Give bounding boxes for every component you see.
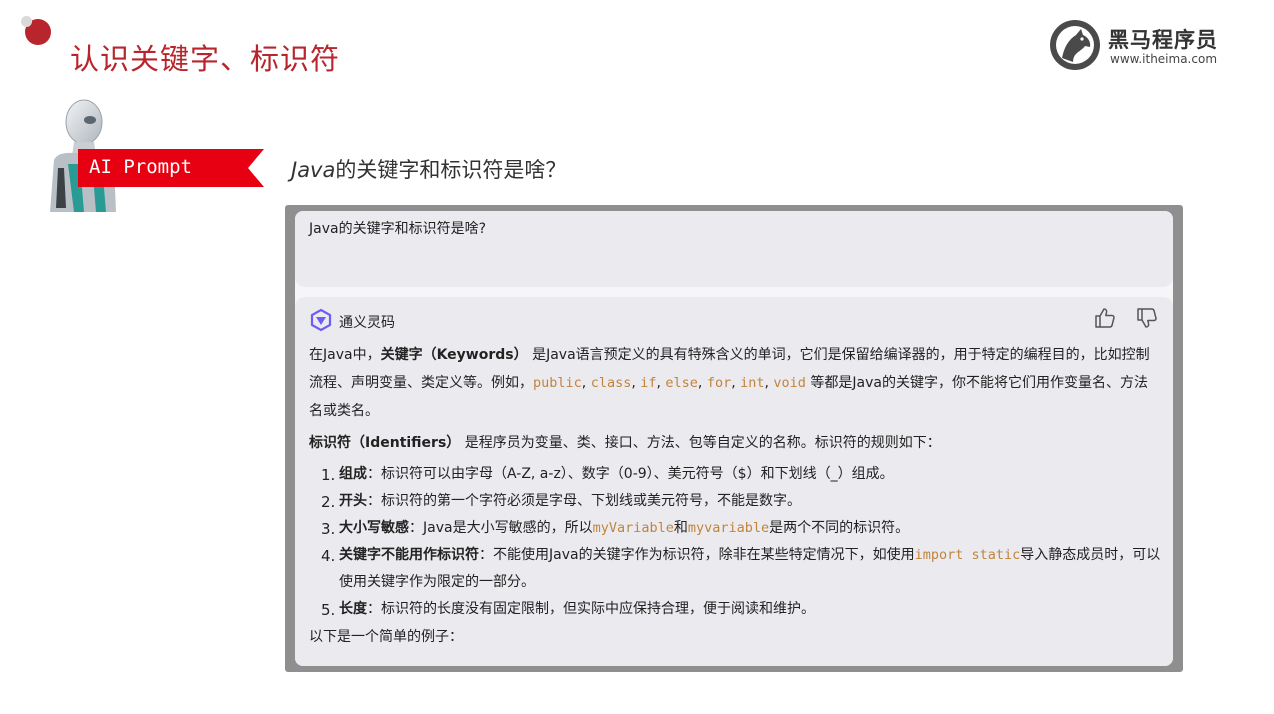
keyword-code: if [640, 375, 657, 391]
rule-title: 关键字不能用作标识符 [339, 547, 479, 563]
ai-prompt-label: AI Prompt [89, 156, 192, 178]
assistant-name: 通义灵码 [339, 315, 395, 331]
user-message-text: Java的关键字和标识符是啥? [309, 221, 487, 237]
rule-text: ：标识符可以由字母（A-Z, a-z）、数字（0-9）、美元符号（$）和下划线（… [367, 466, 894, 482]
rule-text: ：不能使用Java的关键字作为标识符，除非在某些特定情况下，如使用 [479, 547, 915, 563]
keywords-term: 关键字（Keywords） [380, 347, 528, 363]
rule-item: 2. 开头：标识符的第一个字符必须是字母、下划线或美元符号，不能是数字。 [309, 488, 1161, 515]
chat-screenshot-frame: Java的关键字和标识符是啥? 通义灵码 在Java中，关键字（Keywords… [285, 205, 1183, 672]
question-java: Java [291, 158, 336, 182]
rule-title: 长度 [339, 601, 367, 617]
para1-pre: 在Java中， [309, 347, 381, 363]
user-message: Java的关键字和标识符是啥? [295, 211, 1173, 287]
keyword-code: for [706, 375, 732, 391]
keyword-code: int [740, 375, 765, 391]
rule-text: 是两个不同的标识符。 [769, 520, 910, 536]
horse-logo-icon [1050, 20, 1100, 70]
decor-dot-gray [21, 16, 32, 27]
brand-logo: 黑马程序员 www.itheima.com [1046, 16, 1246, 74]
rule-number: 4. [321, 547, 336, 565]
chat-panel: Java的关键字和标识符是啥? 通义灵码 在Java中，关键字（Keywords… [295, 211, 1173, 666]
rule-item: 3. 大小写敏感：Java是大小写敏感的，所以myVariable和myvaria… [309, 515, 1161, 542]
question-rest: 的关键字和标识符是啥？ [335, 158, 567, 182]
rule-title: 组成 [339, 466, 367, 482]
identifiers-paragraph: 标识符（Identifiers） 是程序员为变量、类、接口、方法、包等自定义的名… [309, 429, 1161, 457]
rule-item: 1. 组成：标识符可以由字母（A-Z, a-z）、数字（0-9）、美元符号（$）和… [309, 461, 1161, 488]
rule-number: 3. [321, 520, 336, 538]
ai-prompt-tag: AI Prompt [78, 149, 264, 187]
thumbs-down-icon[interactable] [1135, 306, 1159, 330]
prompt-question: Java的关键字和标识符是啥？ [291, 154, 566, 184]
rule-title: 大小写敏感 [339, 520, 409, 536]
rule-item: 5. 长度：标识符的长度没有固定限制，但实际中应保持合理，便于阅读和维护。 [309, 596, 1161, 623]
brand-url: www.itheima.com [1110, 52, 1218, 66]
closing-text: 以下是一个简单的例子： [309, 629, 463, 645]
rule-number: 2. [321, 493, 336, 511]
rule-number: 5. [321, 601, 336, 619]
rule-text: 和 [673, 520, 688, 536]
keywords-paragraph: 在Java中，关键字（Keywords） 是Java语言预定义的具有特殊含义的单… [309, 347, 1150, 419]
rule-title: 开头 [339, 493, 367, 509]
keyword-code: public [533, 375, 582, 391]
rule-code: myVariable [592, 520, 674, 536]
thumbs-up-icon[interactable] [1093, 306, 1117, 330]
slide-title: 认识关键字、标识符 [70, 42, 341, 76]
rule-item: 4. 关键字不能用作标识符：不能使用Java的关键字作为标识符，除非在某些特定情况… [309, 542, 1161, 596]
rule-text: ：标识符的长度没有固定限制，但实际中应保持合理，便于阅读和维护。 [367, 601, 815, 617]
rule-code: myvariable [687, 520, 770, 536]
tongyi-logo-icon [310, 308, 332, 332]
identifiers-term: 标识符（Identifiers） [309, 435, 461, 451]
keyword-code: class [590, 375, 632, 391]
brand-name: 黑马程序员 [1108, 28, 1218, 52]
rule-text: ：Java是大小写敏感的，所以 [409, 520, 593, 536]
rule-number: 1. [321, 466, 336, 484]
rule-code: import static [914, 547, 1021, 563]
rule-text: ：标识符的第一个字符必须是字母、下划线或美元符号，不能是数字。 [367, 493, 801, 509]
keyword-code: void [773, 375, 806, 391]
para2-rest: 是程序员为变量、类、接口、方法、包等自定义的名称。标识符的规则如下： [460, 435, 941, 451]
keyword-code: else [665, 375, 698, 391]
assistant-message: 通义灵码 在Java中，关键字（Keywords） 是Java语言预定义的具有特… [295, 297, 1173, 666]
identifier-rules-list: 1. 组成：标识符可以由字母（A-Z, a-z）、数字（0-9）、美元符号（$）和… [309, 461, 1161, 623]
assistant-message-body: 在Java中，关键字（Keywords） 是Java语言预定义的具有特殊含义的单… [309, 341, 1161, 655]
